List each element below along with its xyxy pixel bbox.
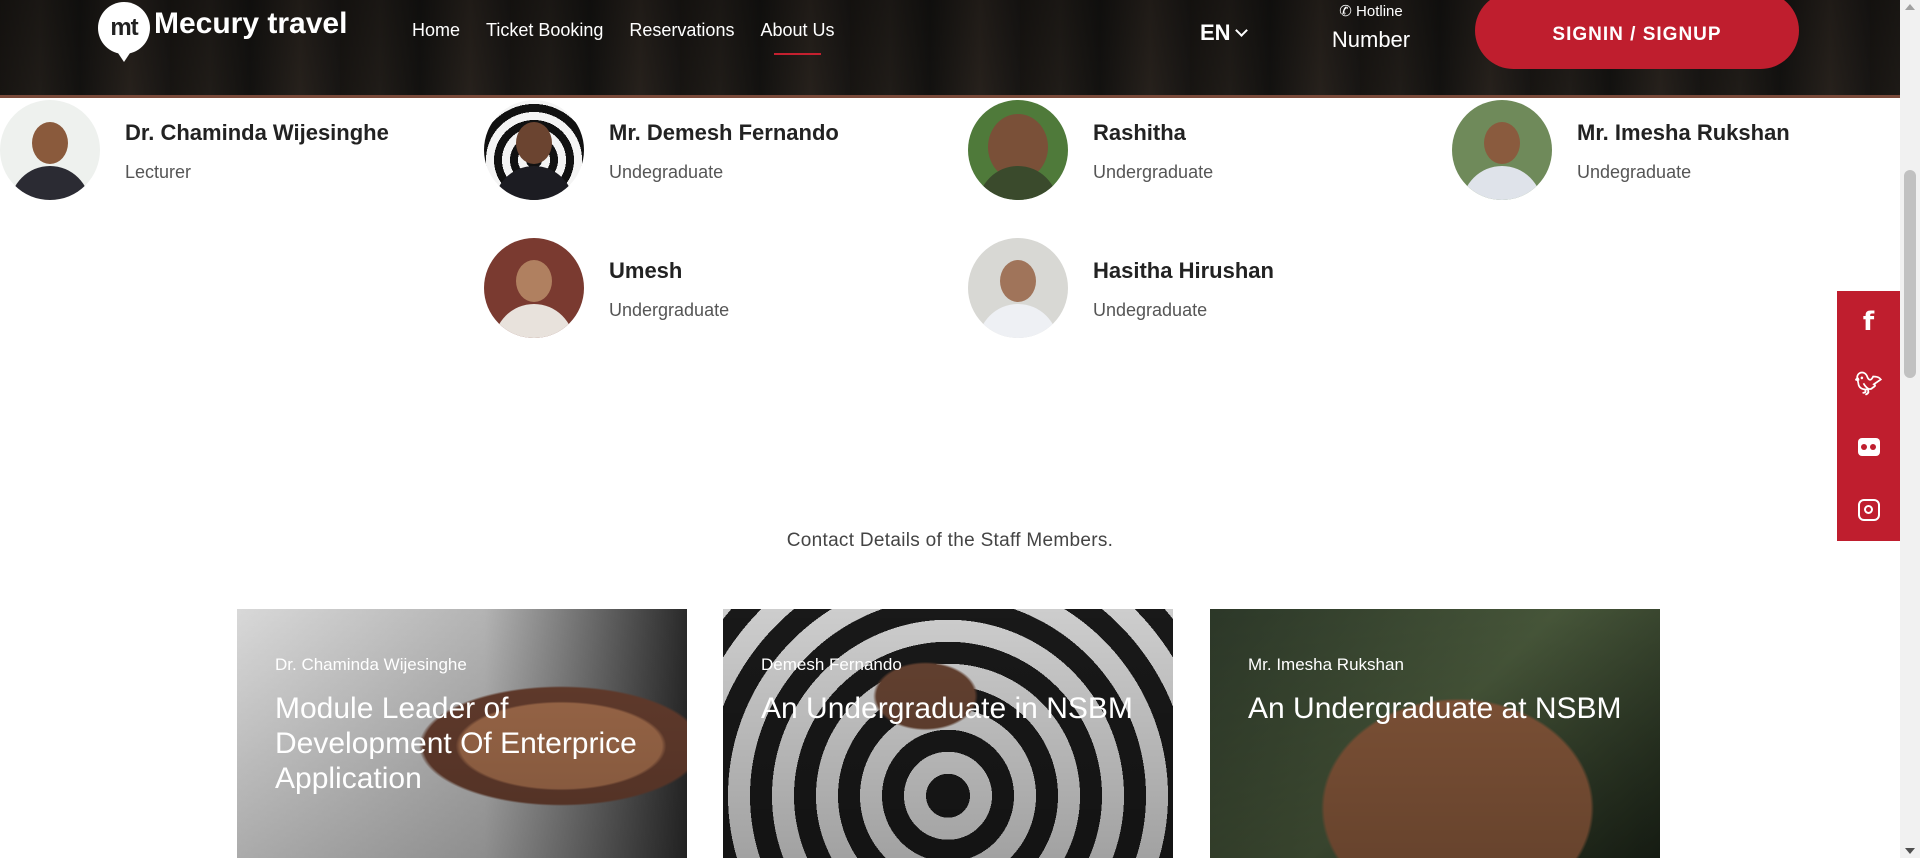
card-name: Demesh Fernando: [761, 655, 902, 674]
hotline-number: Number: [1331, 27, 1411, 52]
card-title: An Undergraduate in NSBM: [761, 692, 1133, 725]
language-selector[interactable]: EN: [1200, 20, 1248, 46]
language-label: EN: [1200, 20, 1231, 45]
logo-text: Mecury travel: [154, 7, 348, 40]
main-nav: Home Ticket Booking Reservations About U…: [412, 20, 835, 55]
avatar: [968, 238, 1068, 338]
avatar: [484, 100, 584, 200]
twitter-icon: 🐦︎: [1854, 372, 1883, 398]
facebook-icon: f: [1862, 307, 1875, 338]
nav-about-us[interactable]: About Us: [760, 20, 835, 55]
member-name: Dr. Chaminda Wijesinghe: [125, 120, 389, 145]
team-member: Hasitha Hirushan Undegraduate: [968, 238, 1274, 338]
card-title: Module Leader of Development Of Enterpri…: [275, 692, 637, 795]
nav-reservations[interactable]: Reservations: [629, 20, 734, 55]
hotline: ✆ Hotline Number: [1328, 2, 1414, 53]
team-member: Umesh Undergraduate: [484, 238, 729, 338]
team-member: Mr. Imesha Rukshan Undegraduate: [1452, 100, 1790, 200]
flickr-link[interactable]: [1837, 416, 1900, 479]
card-name: Mr. Imesha Rukshan: [1248, 655, 1404, 674]
card-title: An Undergraduate at NSBM: [1248, 692, 1622, 725]
member-role: Lecturer: [125, 162, 192, 182]
team-member: Rashitha Undergraduate: [968, 100, 1213, 200]
chevron-down-icon: [1234, 23, 1248, 37]
twitter-link[interactable]: 🐦︎: [1837, 354, 1900, 417]
avatar: [1452, 100, 1552, 200]
member-name: Mr. Imesha Rukshan: [1577, 120, 1790, 145]
nav-home[interactable]: Home: [412, 20, 460, 55]
scroll-down-arrow-icon[interactable]: [1905, 848, 1915, 854]
hotline-label: ✆ Hotline: [1339, 3, 1403, 20]
phone-icon: ✆: [1339, 3, 1352, 20]
logo-mark: mt: [98, 2, 150, 62]
member-role: Undegraduate: [1093, 300, 1208, 320]
member-role: Undegraduate: [1577, 162, 1692, 182]
facebook-link[interactable]: f: [1837, 291, 1900, 354]
team-member: Dr. Chaminda Wijesinghe Lecturer: [0, 100, 389, 200]
avatar: [484, 238, 584, 338]
nav-ticket-booking[interactable]: Ticket Booking: [486, 20, 603, 55]
scrollbar-thumb[interactable]: [1904, 170, 1916, 378]
avatar: [0, 100, 100, 200]
member-role: Undegraduate: [609, 162, 724, 182]
scroll-up-arrow-icon[interactable]: [1905, 4, 1915, 10]
site-logo[interactable]: mt Mecury travel: [98, 2, 348, 62]
avatar: [968, 100, 1068, 200]
team-member: Mr. Demesh Fernando Undegraduate: [484, 100, 839, 200]
page-scrollbar[interactable]: [1900, 0, 1920, 858]
member-name: Hasitha Hirushan: [1093, 258, 1274, 283]
contact-section-title: Contact Details of the Staff Members.: [786, 530, 1114, 551]
member-role: Undergraduate: [609, 300, 730, 320]
member-name: Umesh: [609, 258, 683, 283]
staff-card[interactable]: Demesh Fernando An Undergraduate in NSBM: [723, 609, 1173, 858]
member-role: Undergraduate: [1093, 162, 1214, 182]
card-name: Dr. Chaminda Wijesinghe: [275, 655, 467, 674]
flickr-icon: [1857, 438, 1880, 457]
staff-card[interactable]: Dr. Chaminda Wijesinghe Module Leader of…: [237, 609, 687, 858]
site-header: mt Mecury travel Home Ticket Booking Res…: [0, 0, 1900, 98]
member-name: Mr. Demesh Fernando: [609, 120, 839, 145]
social-sidebar: f 🐦︎: [1837, 291, 1900, 541]
instagram-icon: [1857, 498, 1880, 521]
member-name: Rashitha: [1093, 120, 1186, 145]
signin-signup-button[interactable]: SIGNIN / SIGNUP: [1475, 0, 1799, 69]
staff-card[interactable]: Mr. Imesha Rukshan An Undergraduate at N…: [1210, 609, 1660, 858]
